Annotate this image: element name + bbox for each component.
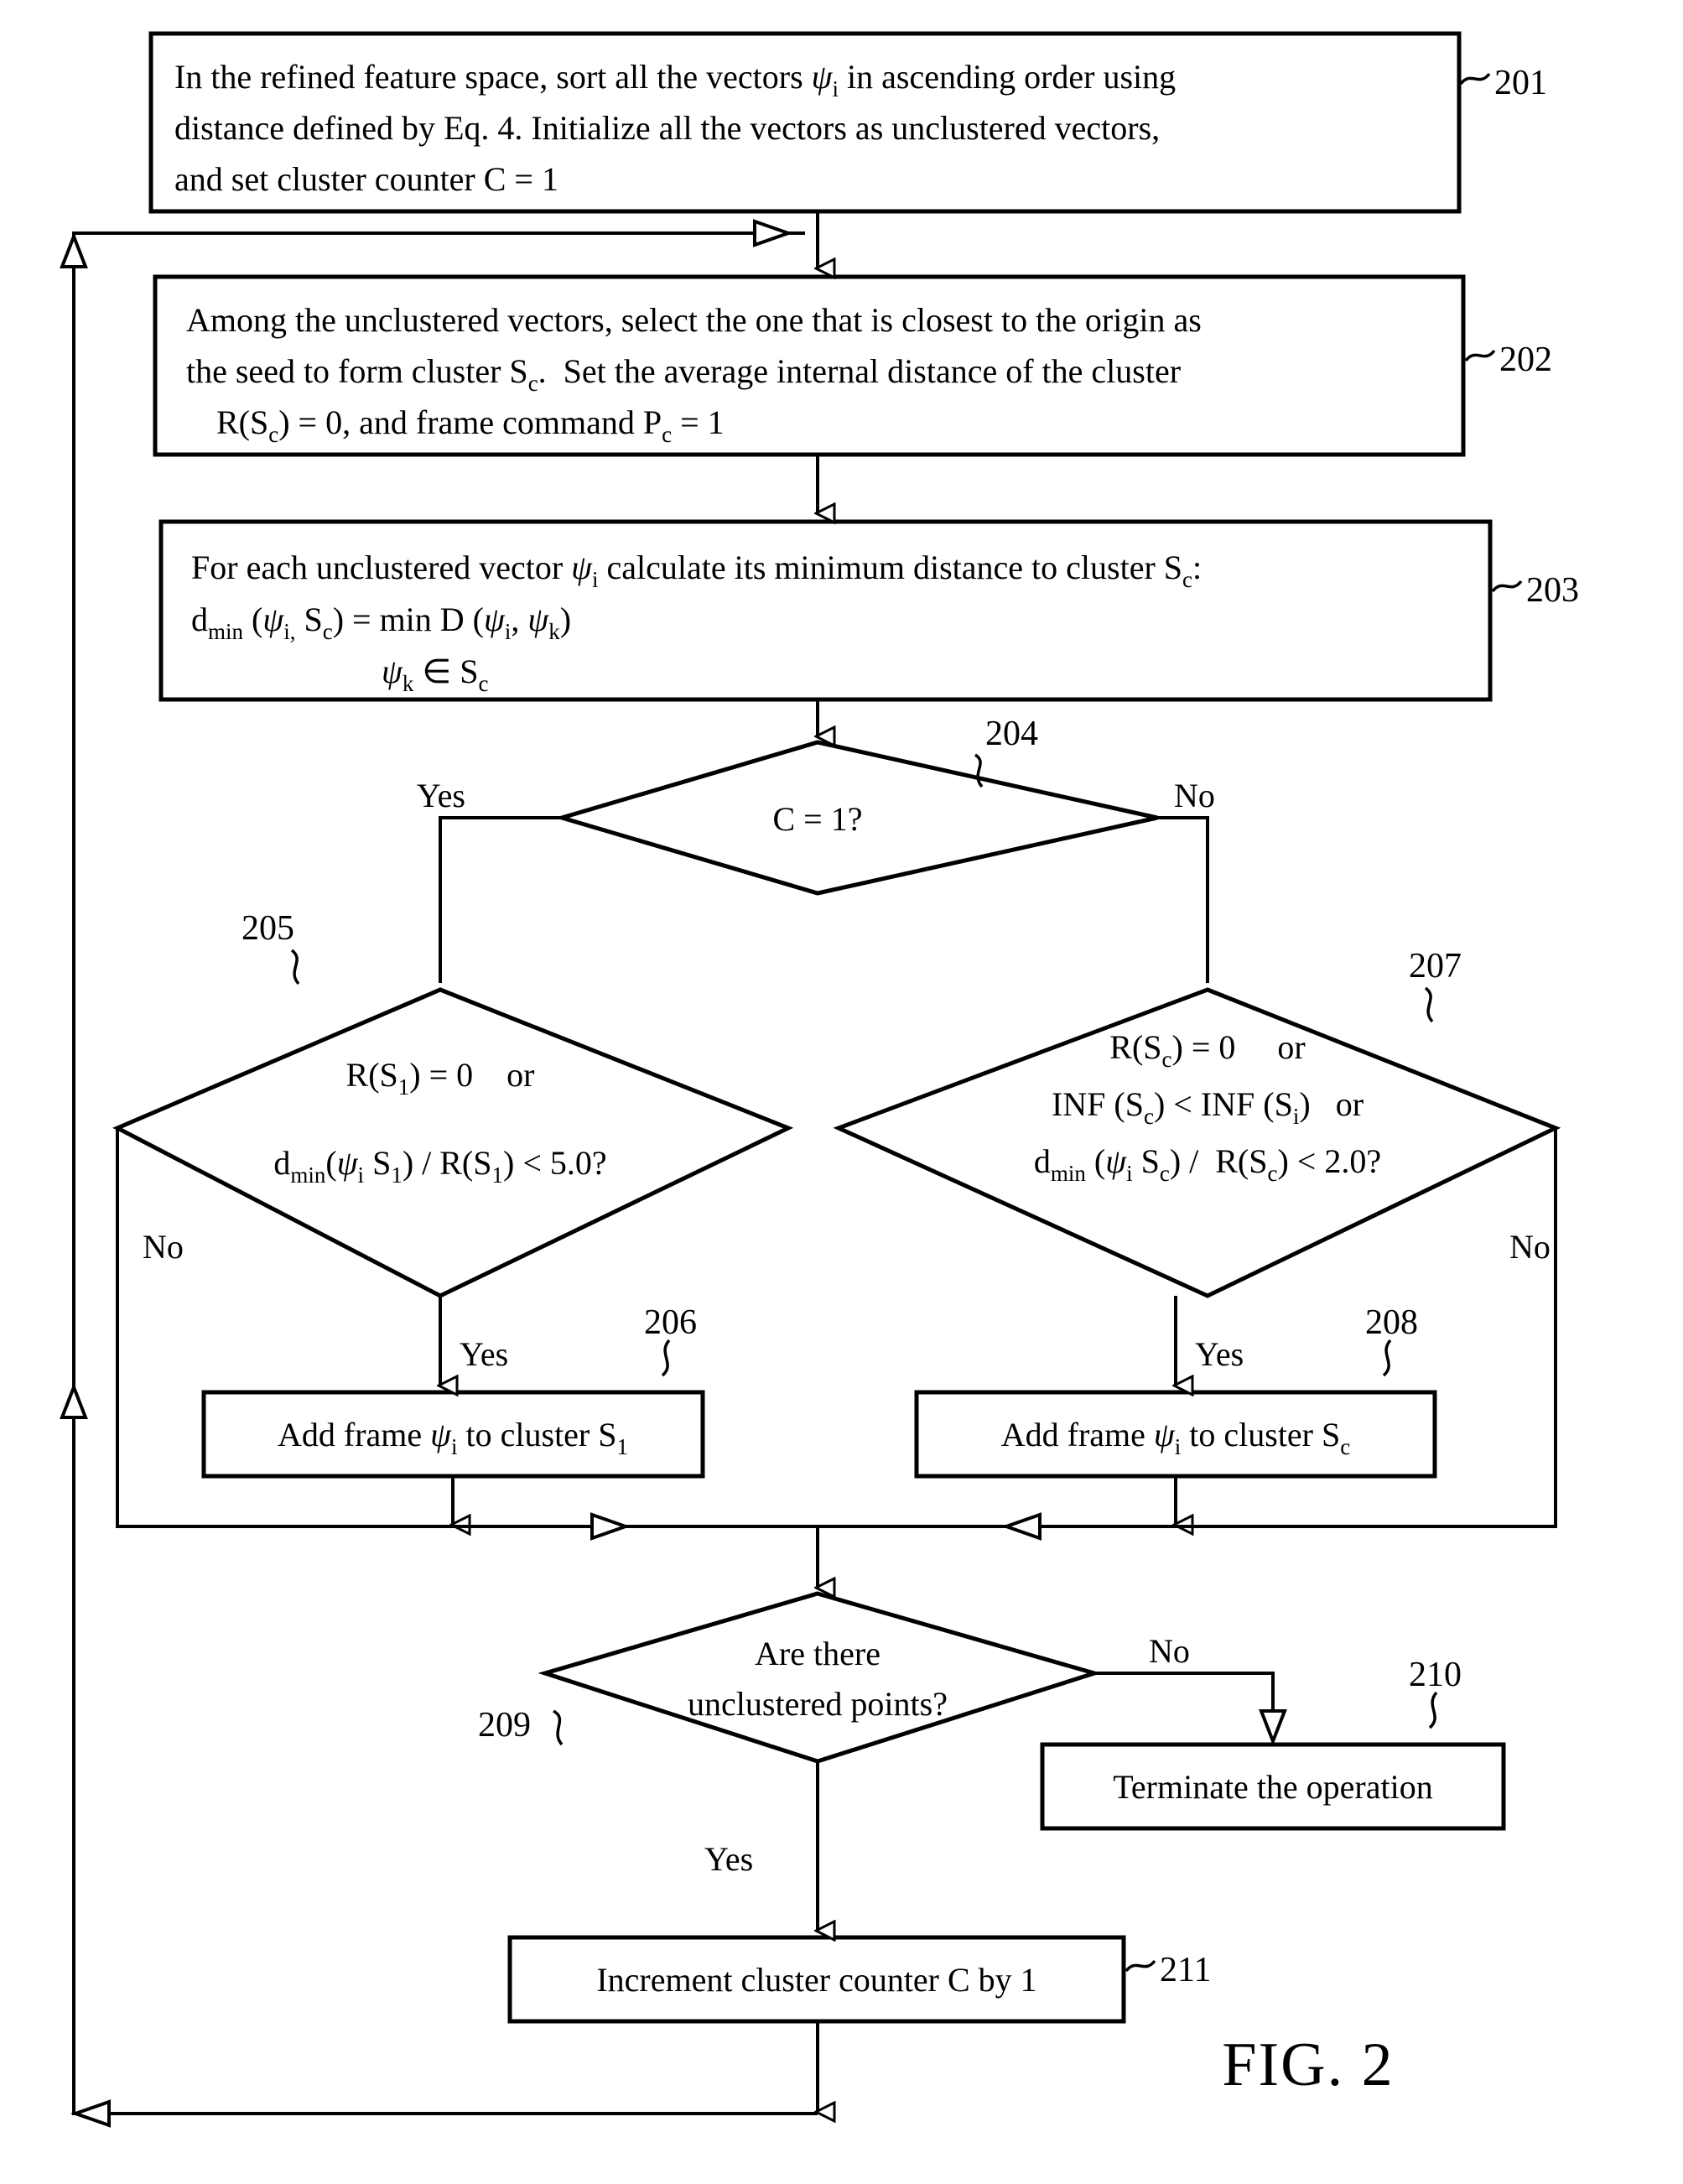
leader-210 (1428, 1691, 1438, 1729)
label-207-no: No (1509, 1228, 1551, 1266)
ref-207: 207 (1409, 947, 1462, 985)
node-201-line-2: distance defined by Eq. 4. Initialize al… (174, 109, 1160, 147)
leader-208 (1382, 1339, 1392, 1377)
node-201-line-1: In the refined feature space, sort all t… (174, 58, 1176, 101)
edge-209-no-arrowhead (1259, 1709, 1287, 1746)
ref-211: 211 (1160, 1951, 1211, 1989)
label-205-yes: Yes (460, 1335, 508, 1373)
label-205-no: No (143, 1228, 184, 1266)
label-207-yes: Yes (1195, 1335, 1244, 1373)
node-203-line-2: dmin (ψi, Sc) = min D (ψi, ψk) (191, 601, 571, 644)
label-209-yes: Yes (704, 1840, 753, 1878)
ref-202: 202 (1499, 341, 1552, 379)
edge-204-yes-to-205 (439, 816, 562, 983)
merge-rail-arrow-right (1000, 1512, 1041, 1541)
ref-201: 201 (1494, 64, 1547, 102)
node-203-line-1: For each unclustered vector ψi calculate… (191, 549, 1202, 592)
feedback-rail-bottom-arrow (70, 2099, 111, 2128)
edge-209-no-to-210 (1094, 1672, 1275, 1738)
figure-caption: FIG. 2 (1222, 2031, 1394, 2099)
ref-205: 205 (242, 909, 294, 948)
node-205-line-1: R(S1) = 0 or (346, 1056, 535, 1100)
node-207-line-3: dmin (ψi Sc) / R(Sc) < 2.0? (1034, 1142, 1381, 1186)
node-210-label: Terminate the operation (1113, 1768, 1432, 1806)
leader-201 (1459, 72, 1491, 86)
leader-206 (661, 1339, 671, 1377)
feedback-rail-top-arrow (753, 219, 794, 247)
leader-209 (552, 1709, 564, 1746)
feedback-rail-up-arrow-mid (60, 1382, 88, 1419)
leader-202 (1464, 349, 1496, 362)
label-204-no: No (1174, 777, 1215, 814)
node-209-line-2: unclustered points? (688, 1685, 948, 1723)
node-211-label: Increment cluster counter C by 1 (596, 1961, 1036, 1999)
node-209-line-1: Are there (755, 1635, 880, 1672)
label-209-no: No (1149, 1632, 1190, 1670)
leader-211 (1125, 1959, 1156, 1973)
leader-207 (1424, 986, 1434, 1023)
feedback-rail-up-arrow-top (60, 231, 88, 268)
node-204-label: C = 1? (773, 800, 863, 838)
node-203-line-3: ψk ∈ Sc (382, 653, 488, 696)
node-207-line-2: INF (Sc) < INF (Si) or (1052, 1085, 1364, 1129)
label-204-yes: Yes (417, 777, 465, 814)
patent-figure: In the refined feature space, sort all t… (0, 0, 1683, 2184)
edge-204-no-to-207 (1157, 816, 1209, 983)
flowchart-canvas: In the refined feature space, sort all t… (60, 31, 1579, 2128)
leader-205 (290, 949, 300, 985)
node-202-line-1: Among the unclustered vectors, select th… (186, 301, 1202, 339)
ref-208: 208 (1365, 1303, 1418, 1342)
ref-210: 210 (1409, 1656, 1462, 1694)
node-201-line-3: and set cluster counter C = 1 (174, 160, 558, 198)
ref-209: 209 (478, 1706, 531, 1745)
merge-rail-arrow-left (590, 1512, 631, 1541)
node-202-line-3: R(Sc) = 0, and frame command Pc = 1 (216, 403, 725, 447)
node-205-diamond (112, 987, 794, 1298)
node-207-line-1: R(Sc) = 0 or (1109, 1028, 1305, 1072)
ref-204: 204 (985, 715, 1038, 753)
ref-203: 203 (1526, 571, 1579, 610)
leader-203 (1491, 580, 1523, 593)
node-209-diamond (538, 1591, 1102, 1764)
ref-206: 206 (644, 1303, 697, 1342)
node-202-line-2: the seed to form cluster Sc. Set the ave… (186, 352, 1181, 396)
